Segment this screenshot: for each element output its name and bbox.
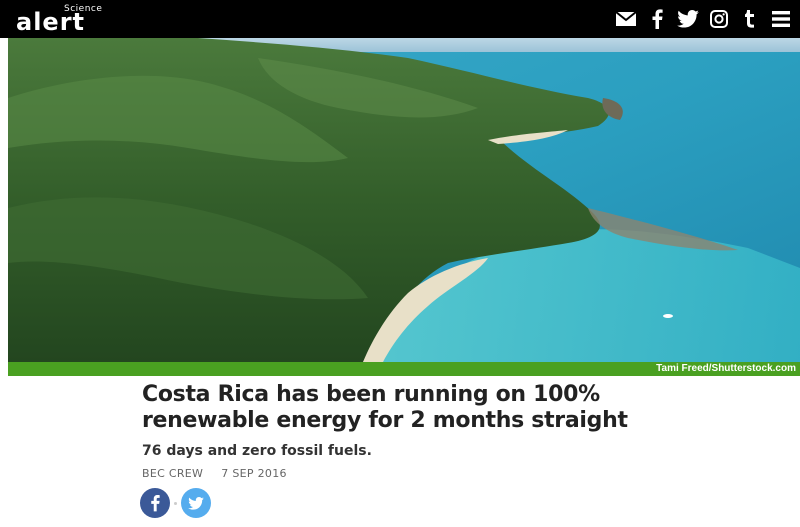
article-meta: BEC CREW 7 SEP 2016	[142, 467, 287, 480]
logo-main-text: alert	[16, 8, 86, 36]
twitter-icon[interactable]	[677, 8, 699, 30]
coastline-photo	[8, 38, 800, 362]
hero-image	[8, 38, 800, 362]
instagram-icon[interactable]	[708, 8, 730, 30]
top-navigation-bar: Science alert	[0, 0, 800, 38]
social-links	[615, 8, 792, 30]
facebook-icon[interactable]	[646, 8, 668, 30]
separator-dot	[174, 501, 177, 505]
share-buttons	[140, 488, 211, 518]
menu-icon[interactable]	[770, 8, 792, 30]
article-headline: Costa Rica has been running on 100% rene…	[142, 382, 628, 433]
photo-credit: Tami Freed/Shutterstock.com	[656, 363, 796, 374]
article-subheadline: 76 days and zero fossil fuels.	[142, 443, 372, 459]
image-caption-bar: Tami Freed/Shutterstock.com	[8, 362, 800, 376]
mail-icon[interactable]	[615, 8, 637, 30]
twitter-icon	[188, 496, 204, 510]
tumblr-icon[interactable]	[739, 8, 761, 30]
sciencealert-logo[interactable]: Science alert	[16, 4, 126, 36]
facebook-icon	[151, 495, 160, 512]
twitter-share-button[interactable]	[181, 488, 211, 518]
facebook-share-button[interactable]	[140, 488, 170, 518]
author-name[interactable]: BEC CREW	[142, 467, 203, 480]
publish-date: 7 SEP 2016	[221, 467, 287, 480]
